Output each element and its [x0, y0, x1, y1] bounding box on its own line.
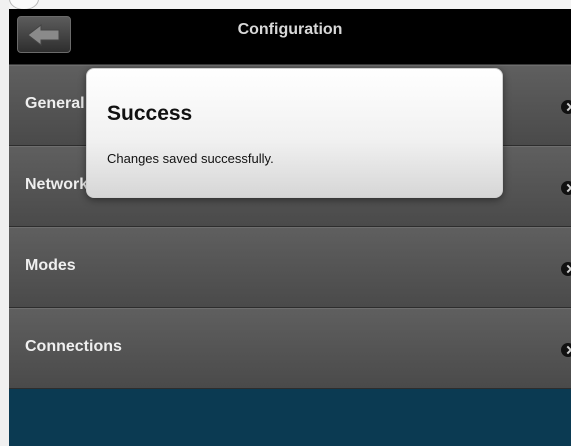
chevron-right-icon [560, 342, 571, 358]
footer-area [9, 389, 571, 446]
dialog-title: Success [107, 102, 193, 125]
menu-item-connections[interactable]: Connections [9, 308, 571, 389]
chevron-right-icon [560, 261, 571, 277]
menu-item-label: Modes [25, 257, 76, 274]
success-dialog[interactable]: Success Changes saved successfully. [86, 68, 503, 198]
chevron-right-icon [560, 99, 571, 115]
menu-item-label: Network [25, 176, 89, 193]
top-strip [9, 0, 571, 10]
app-window: Configuration General Network Modes Conn… [9, 0, 571, 446]
menu-item-modes[interactable]: Modes [9, 227, 571, 308]
title-bar: Configuration [9, 9, 571, 65]
page-title: Configuration [237, 21, 343, 38]
menu-item-label: Connections [25, 338, 122, 355]
dialog-message: Changes saved successfully. [107, 151, 274, 166]
menu-item-label: General [25, 95, 85, 112]
chevron-right-icon [560, 180, 571, 196]
